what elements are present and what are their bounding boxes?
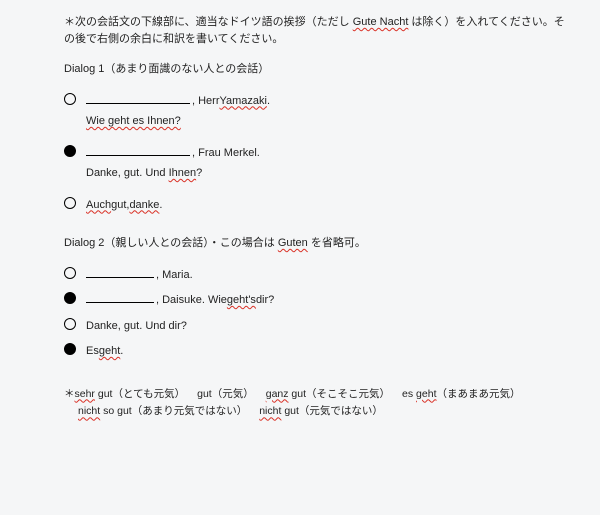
d1-line1: , Herr Yamazaki. — [64, 92, 572, 110]
foot-star: ＊ — [64, 388, 75, 400]
d1-l1-c: . — [267, 93, 270, 110]
d2-l3: Danke, gut. Und dir? — [86, 318, 187, 335]
fill-blank[interactable] — [86, 292, 154, 303]
d1-l3-a: , Frau Merkel. — [192, 145, 260, 162]
d2-l2-b: geht's — [227, 292, 256, 309]
foot-b1: gut（元気） — [197, 388, 254, 400]
foot-line2: nicht so gut（あまり元気ではない）nicht gut（元気ではない） — [64, 403, 572, 421]
speaker-open-icon — [64, 93, 76, 105]
speaker-filled-icon — [64, 343, 76, 355]
speaker-filled-icon — [64, 145, 76, 157]
d1-l4-c: ? — [196, 167, 202, 179]
foot-a3: gut（とても元気） — [95, 388, 185, 400]
foot-geht: geht — [416, 388, 436, 400]
d1-l5-c: danke — [129, 197, 159, 214]
d1-l5-a: Auch — [86, 197, 111, 214]
foot-c2: gut（そこそこ元気） — [289, 388, 391, 400]
worksheet-page: ＊次の会話文の下線部に、適当なドイツ語の挨拶（ただし Gute Nacht は除… — [0, 0, 600, 431]
foot-nicht1: nicht — [78, 405, 100, 417]
d1-l4-b: Ihnen — [169, 167, 197, 179]
foot-nicht2: nicht — [259, 405, 281, 417]
d2-title-a: Dialog 2（親しい人との会話）・この場合は — [64, 237, 278, 249]
d1-line5: Auch gut, danke. — [64, 196, 572, 214]
d1-line2: Wie geht es Ihnen? — [86, 115, 181, 127]
d2-l4-c: . — [120, 343, 123, 360]
foot-e2: so gut（あまり元気ではない） — [100, 405, 247, 417]
fill-blank[interactable] — [86, 93, 190, 104]
d1-l5-d: . — [159, 197, 162, 214]
d2-l1: , Maria. — [156, 267, 193, 284]
speaker-filled-icon — [64, 292, 76, 304]
fill-blank[interactable] — [86, 267, 154, 278]
d2-line4: Es geht. — [64, 342, 572, 360]
d2-line3: Danke, gut. Und dir? — [64, 317, 572, 335]
instruction-text: ＊次の会話文の下線部に、適当なドイツ語の挨拶（ただし Gute Nacht は除… — [64, 14, 572, 47]
speaker-open-icon — [64, 267, 76, 279]
speaker-open-icon — [64, 318, 76, 330]
foot-d3: （まあまあ元気） — [436, 388, 520, 400]
speaker-open-icon — [64, 197, 76, 209]
foot-d1: es — [402, 388, 416, 400]
fill-blank[interactable] — [86, 145, 190, 156]
d2-l4-a: Es — [86, 343, 99, 360]
d2-l2-a: , Daisuke. Wie — [156, 292, 227, 309]
d2-line1: , Maria. — [64, 266, 572, 284]
footnote-vocab: ＊sehr gut（とても元気） gut（元気） ganz gut（そこそこ元気） e… — [64, 386, 572, 422]
d1-line4: Danke, gut. Und Ihnen? — [86, 165, 572, 182]
d1-l5-b: gut, — [111, 197, 129, 214]
d2-title-c: を省略可。 — [308, 237, 366, 249]
instruction-gute-nacht: Gute Nacht — [353, 16, 409, 28]
instruction-part-a: ＊次の会話文の下線部に、適当なドイツ語の挨拶（ただし — [64, 16, 353, 28]
foot-ganz: ganz — [266, 388, 289, 400]
d1-l1-b: Yamazaki — [220, 93, 267, 110]
dialog1-heading: Dialog 1（あまり面識のない人との会話） — [64, 61, 572, 78]
d2-title-b: Guten — [278, 237, 308, 249]
foot-line1: ＊sehr gut（とても元気） gut（元気） ganz gut（そこそこ元気） e… — [64, 386, 572, 404]
d1-l4-a: Danke, gut. Und — [86, 167, 169, 179]
d1-line3: , Frau Merkel. — [64, 144, 572, 162]
d2-l4-b: geht — [99, 343, 120, 360]
d2-l2-c: dir? — [256, 292, 274, 309]
foot-sehr: sehr — [75, 388, 95, 400]
d2-line2: , Daisuke. Wie geht's dir? — [64, 291, 572, 309]
d1-l1-a: , Herr — [192, 93, 220, 110]
foot-f2: gut（元気ではない） — [281, 405, 383, 417]
dialog2-heading: Dialog 2（親しい人との会話）・この場合は Guten を省略可。 — [64, 235, 572, 252]
